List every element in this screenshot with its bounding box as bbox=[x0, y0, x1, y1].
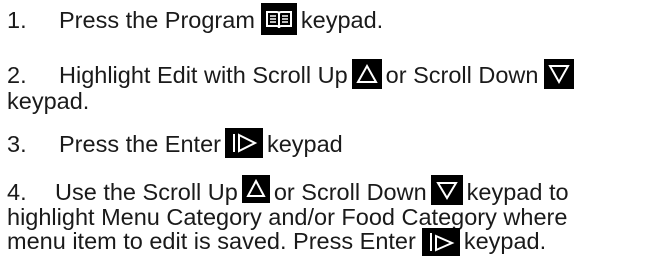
program-book-icon bbox=[260, 2, 297, 35]
step-line-3: menu item to edit is saved. Press Enter … bbox=[7, 227, 651, 256]
step-text: keypad. bbox=[463, 227, 547, 254]
step-number: 3. bbox=[7, 131, 27, 157]
scroll-down-triangle-icon bbox=[544, 58, 575, 89]
step-text: keypad to bbox=[466, 179, 569, 205]
step-text: Press the Enter bbox=[59, 131, 221, 157]
step-text: keypad bbox=[266, 131, 343, 157]
step-number: 4. bbox=[7, 179, 27, 205]
step-text: Press the Program bbox=[59, 7, 255, 33]
step-text: menu item to edit is saved. Press Enter bbox=[7, 227, 416, 254]
instruction-step-1: 1. Press the Program keypad. bbox=[7, 2, 651, 35]
scroll-down-triangle-icon bbox=[430, 174, 463, 205]
step-number: 1. bbox=[7, 7, 27, 33]
enter-play-icon bbox=[421, 227, 460, 256]
step-text: or Scroll Down bbox=[385, 62, 539, 88]
scroll-up-triangle-icon bbox=[241, 174, 270, 203]
scroll-up-triangle-icon bbox=[351, 58, 382, 89]
step-text: keypad. bbox=[7, 87, 90, 114]
instruction-step-2: 2. Highlight Edit with Scroll Up or Scrol… bbox=[7, 58, 651, 114]
step-text: keypad. bbox=[300, 7, 384, 33]
step-line-1: 4. Use the Scroll Up or Scroll Down keypa… bbox=[7, 174, 651, 205]
step-text: Use the Scroll Up bbox=[55, 179, 238, 205]
step-text: or Scroll Down bbox=[273, 179, 427, 205]
step-text: Highlight Edit with Scroll Up bbox=[59, 62, 348, 88]
step-number: 2. bbox=[7, 62, 27, 88]
instruction-step-4: 4. Use the Scroll Up or Scroll Down keypa… bbox=[7, 174, 651, 256]
instruction-step-3: 3. Press the Enter keypad bbox=[7, 127, 651, 158]
step-line-2: highlight Menu Category and/or Food Cate… bbox=[7, 203, 568, 230]
enter-play-icon bbox=[224, 127, 263, 158]
